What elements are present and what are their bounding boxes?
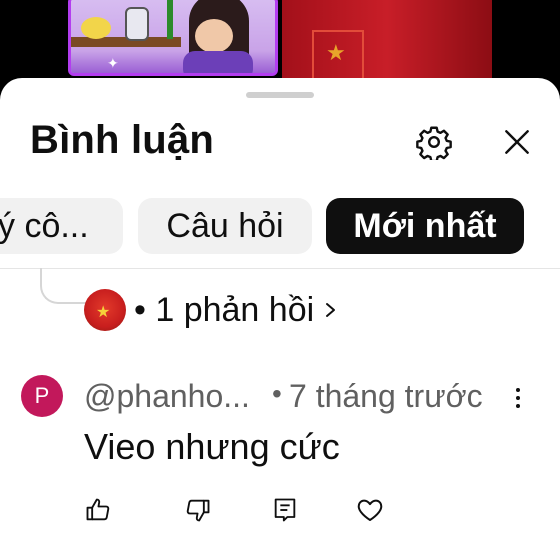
gear-icon [416, 126, 452, 160]
video-thumbnail: ✦ [68, 0, 278, 76]
close-button[interactable] [497, 122, 537, 162]
filter-chips: ý cô... Câu hỏi Mới nhất [0, 198, 560, 256]
avatar[interactable]: P [21, 375, 63, 417]
reply-button[interactable] [265, 490, 305, 530]
reply-avatar: ★ [84, 289, 126, 331]
thumb-up-icon [86, 498, 110, 521]
dislike-button[interactable] [178, 490, 218, 530]
comments-sheet: Bình luận ý cô... Câu hỏi Mới nhất ★ • 1… [0, 78, 560, 560]
drag-handle[interactable] [246, 92, 314, 98]
meta-separator: • [272, 378, 282, 409]
heart-button[interactable] [350, 490, 390, 530]
reply-icon [274, 498, 296, 522]
thumb-down-icon [186, 499, 210, 522]
heart-icon [357, 499, 383, 521]
comment-time: 7 tháng trước [289, 378, 483, 414]
chevron-right-icon [326, 303, 336, 317]
comments-title: Bình luận [30, 118, 215, 162]
close-icon [505, 130, 529, 154]
chip-top-comments[interactable]: ý cô... [0, 198, 123, 254]
thread-connector [40, 268, 88, 304]
chip-newest[interactable]: Mới nhất [326, 198, 524, 254]
settings-button[interactable] [414, 122, 454, 162]
replies-count: • 1 phản hồi [134, 290, 315, 329]
video-background: ★ [282, 0, 492, 82]
more-vert-icon [516, 388, 520, 392]
chip-questions[interactable]: Câu hỏi [138, 198, 312, 254]
comment-actions [0, 490, 560, 534]
comment-author[interactable]: @phanho... [84, 378, 250, 415]
comment-text: Vieo nhưng cức [84, 426, 340, 467]
replies-link[interactable]: ★ • 1 phản hồi [84, 288, 338, 332]
more-options-button[interactable] [506, 378, 530, 418]
like-button[interactable] [78, 490, 118, 530]
video-player[interactable]: ✦ ★ [0, 0, 560, 90]
